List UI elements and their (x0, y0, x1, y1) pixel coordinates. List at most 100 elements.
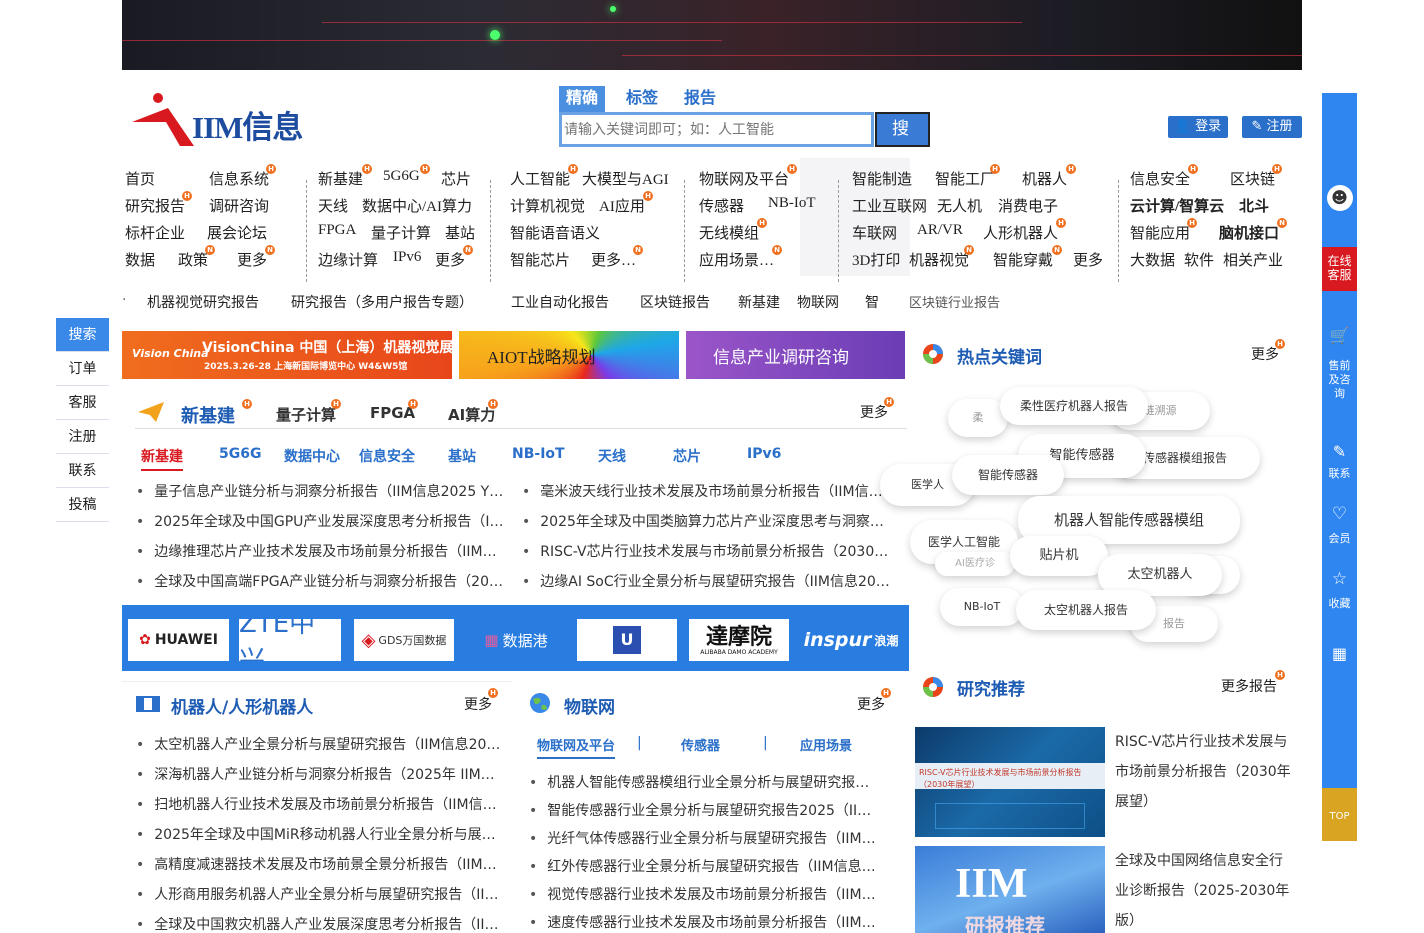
nav-blockchain[interactable]: 区块链 (1230, 168, 1275, 189)
list-item[interactable]: 量子信息产业链分析与洞察分析报告（IIM信息2025 Y… (136, 481, 504, 501)
search-tab-tag[interactable]: 标签 (619, 86, 665, 112)
nav-info-system[interactable]: 信息系统 (209, 168, 269, 189)
iot-subtab-scenario[interactable]: 应用场景 (800, 735, 852, 754)
research-more-link[interactable]: 更多报告 (1221, 676, 1277, 696)
logo-sinnet[interactable]: ▦ 数据港 (466, 619, 566, 661)
online-service-button[interactable]: 在线客服 (1322, 247, 1357, 291)
search-button[interactable]: 搜 索 (875, 112, 930, 170)
list-item[interactable]: 速度传感器行业技术发展及市场前景分析报告（IIM… (529, 912, 881, 932)
nav-more-5[interactable]: 更多 (1073, 249, 1103, 270)
list-item[interactable]: 智能传感器行业全景分析与展望研究报告2025（II… (529, 800, 881, 820)
list-item[interactable]: 毫米波天线行业技术发展及市场前景分析报告（IIM信… (522, 481, 890, 501)
nav-consumer-electronics[interactable]: 消费电子 (998, 195, 1058, 216)
tab-new-infra[interactable]: 新基建 (181, 402, 235, 428)
logo-inspur[interactable]: inspur 浪潮 (800, 619, 902, 661)
register-button[interactable]: ✎ 注册 (1242, 116, 1302, 138)
nav-smart-app[interactable]: 智能应用 (1130, 222, 1190, 243)
nav-scenarios[interactable]: 应用场景… (699, 249, 774, 270)
subtab-nbiot[interactable]: NB-IoT (512, 446, 565, 462)
iot-subtab-sensor[interactable]: 传感器 (681, 735, 720, 754)
list-item[interactable]: 边缘AI SoC行业全景分析与展望研究报告（IIM信息20… (522, 571, 890, 591)
nav-robot[interactable]: 机器人 (1022, 168, 1067, 189)
nav-smart-manufacturing[interactable]: 智能制造 (852, 168, 912, 189)
keyword-tag[interactable]: AI医疗诊 (935, 552, 1015, 576)
logo-damo[interactable]: 達摩院 ALIBABA DAMO ACADEMY (689, 619, 789, 661)
list-item[interactable]: 2025年全球及中国类脑算力芯片产业深度思考与洞察… (522, 511, 890, 531)
list-item[interactable]: 扫地机器人行业技术发展及市场前景分析报告（IIM信… (136, 794, 504, 814)
nav-datacenter[interactable]: 数据中心/AI算力 (362, 195, 472, 216)
nav-3d-print[interactable]: 3D打印 (852, 249, 900, 270)
hot-more-link[interactable]: 更多 (1251, 344, 1279, 364)
iot-more-link[interactable]: 更多 (857, 694, 885, 714)
member-button[interactable]: 会员 (1322, 532, 1357, 546)
iot-section-title[interactable]: 物联网 (564, 693, 615, 718)
nav-info-security[interactable]: 信息安全 (1130, 168, 1190, 189)
ad-aiot[interactable]: AIOT战略规划 (459, 331, 679, 379)
nav-speech[interactable]: 智能语音语义 (510, 222, 600, 243)
logo-zte[interactable]: ZTE中兴 (239, 619, 341, 661)
ticker-item[interactable]: 新基建 (738, 292, 780, 312)
robot-more-link[interactable]: 更多 (464, 694, 492, 714)
nav-survey-consult[interactable]: 调研咨询 (209, 195, 269, 216)
avatar[interactable]: ☻ (1322, 185, 1357, 211)
list-item[interactable]: 2025年全球及中国MiR移动机器人行业全景分析与展… (136, 824, 504, 844)
nav-more-3[interactable]: 更多… (591, 249, 636, 270)
back-to-top-button[interactable]: TOP (1322, 788, 1357, 841)
search-tab-exact[interactable]: 精确 (559, 86, 606, 112)
newinfra-more-link[interactable]: 更多 (860, 402, 888, 422)
nav-bci[interactable]: 脑机接口 (1219, 222, 1279, 243)
logo-huawei[interactable]: ✿ HUAWEI (128, 619, 229, 661)
nav-benchmark[interactable]: 标杆企业 (125, 222, 185, 243)
nav-expo[interactable]: 展会论坛 (207, 222, 267, 243)
nav-edge-computing[interactable]: 边缘计算 (318, 249, 378, 270)
nav-beidou[interactable]: 北斗 (1239, 195, 1269, 216)
ticker-item[interactable]: 研究报告（多用户报告专题） (291, 292, 473, 312)
nav-related[interactable]: 相关产业 (1223, 249, 1283, 270)
nav-data[interactable]: 数据 (125, 249, 155, 270)
nav-policy[interactable]: 政策 (178, 249, 208, 270)
keyword-tag[interactable]: NB-IoT (940, 588, 1024, 626)
nav-drone[interactable]: 无人机 (937, 195, 982, 216)
nav-new-infra[interactable]: 新基建 (318, 168, 363, 189)
research-cover-2[interactable]: IIM 研报推荐 (915, 846, 1105, 933)
list-item[interactable]: 人形商用服务机器人产业全景分析与展望研究报告（II… (136, 884, 504, 904)
nav-wearable[interactable]: 智能穿戴 (993, 249, 1053, 270)
site-logo[interactable]: IIM信息 (128, 88, 328, 152)
left-nav-order[interactable]: 订单 (56, 352, 109, 386)
list-item[interactable]: 全球及中国救灾机器人产业发展深度思考分析报告（II… (136, 914, 504, 933)
robot-section-title[interactable]: 机器人/人形机器人 (171, 693, 313, 718)
subtab-5g6g[interactable]: 5G6G (219, 446, 261, 462)
keyword-tag[interactable]: 智能传感器 (952, 455, 1064, 495)
iot-subtab-platform[interactable]: 物联网及平台 (537, 735, 616, 759)
nav-machine-vision[interactable]: 机器视觉 (909, 249, 969, 270)
logo-gds[interactable]: ◈ GDS万国数据 (354, 619, 454, 661)
keyword-tag[interactable]: 贴片机 (1010, 536, 1108, 576)
subtab-chip[interactable]: 芯片 (673, 446, 701, 466)
list-item[interactable]: RISC-V芯片行业技术发展与市场前景分析报告（2030… (522, 541, 890, 561)
left-nav-search[interactable]: 搜索 (56, 318, 109, 352)
research-item-1[interactable]: RISC-V芯片行业技术发展与市场前景分析报告（2030年展望） (1115, 727, 1295, 817)
ticker-item[interactable]: 工业自动化报告 (511, 292, 609, 312)
list-item[interactable]: 2025年全球及中国GPU产业发展深度思考分析报告（I… (136, 511, 504, 531)
keyword-tag[interactable]: 柔性医疗机器人报告 (1000, 387, 1148, 425)
nav-more-1[interactable]: 更多 (237, 249, 267, 270)
nav-software[interactable]: 软件 (1184, 249, 1214, 270)
search-tab-report[interactable]: 报告 (677, 86, 723, 112)
nav-base-station[interactable]: 基站 (445, 222, 475, 243)
nav-cloud[interactable]: 云计算/智算云 (1130, 195, 1224, 216)
nav-antenna[interactable]: 天线 (318, 195, 348, 216)
nav-sensor[interactable]: 传感器 (699, 195, 744, 216)
nav-chip[interactable]: 芯片 (441, 168, 471, 189)
subtab-ipv6[interactable]: IPv6 (747, 446, 781, 462)
left-nav-service[interactable]: 客服 (56, 386, 109, 420)
ticker-item[interactable]: 区块链行业报告 (909, 292, 1000, 311)
nav-smart-factory[interactable]: 智能工厂 (935, 168, 995, 189)
nav-arvr[interactable]: AR/VR (917, 222, 963, 239)
list-item[interactable]: 红外传感器行业全景分析与展望研究报告（IIM信息… (529, 856, 881, 876)
list-item[interactable]: 光纤气体传感器行业全景分析与展望研究报告（IIM… (529, 828, 881, 848)
nav-ai-chip[interactable]: 智能芯片 (510, 249, 570, 270)
ticker-item[interactable]: 物联网 (797, 292, 839, 312)
search-input[interactable] (559, 112, 874, 147)
ad-visionchina[interactable]: Vision China VisionChina 中国（上海）机器视觉展 202… (122, 331, 452, 379)
keyword-tag[interactable]: 柔 (948, 399, 1008, 437)
